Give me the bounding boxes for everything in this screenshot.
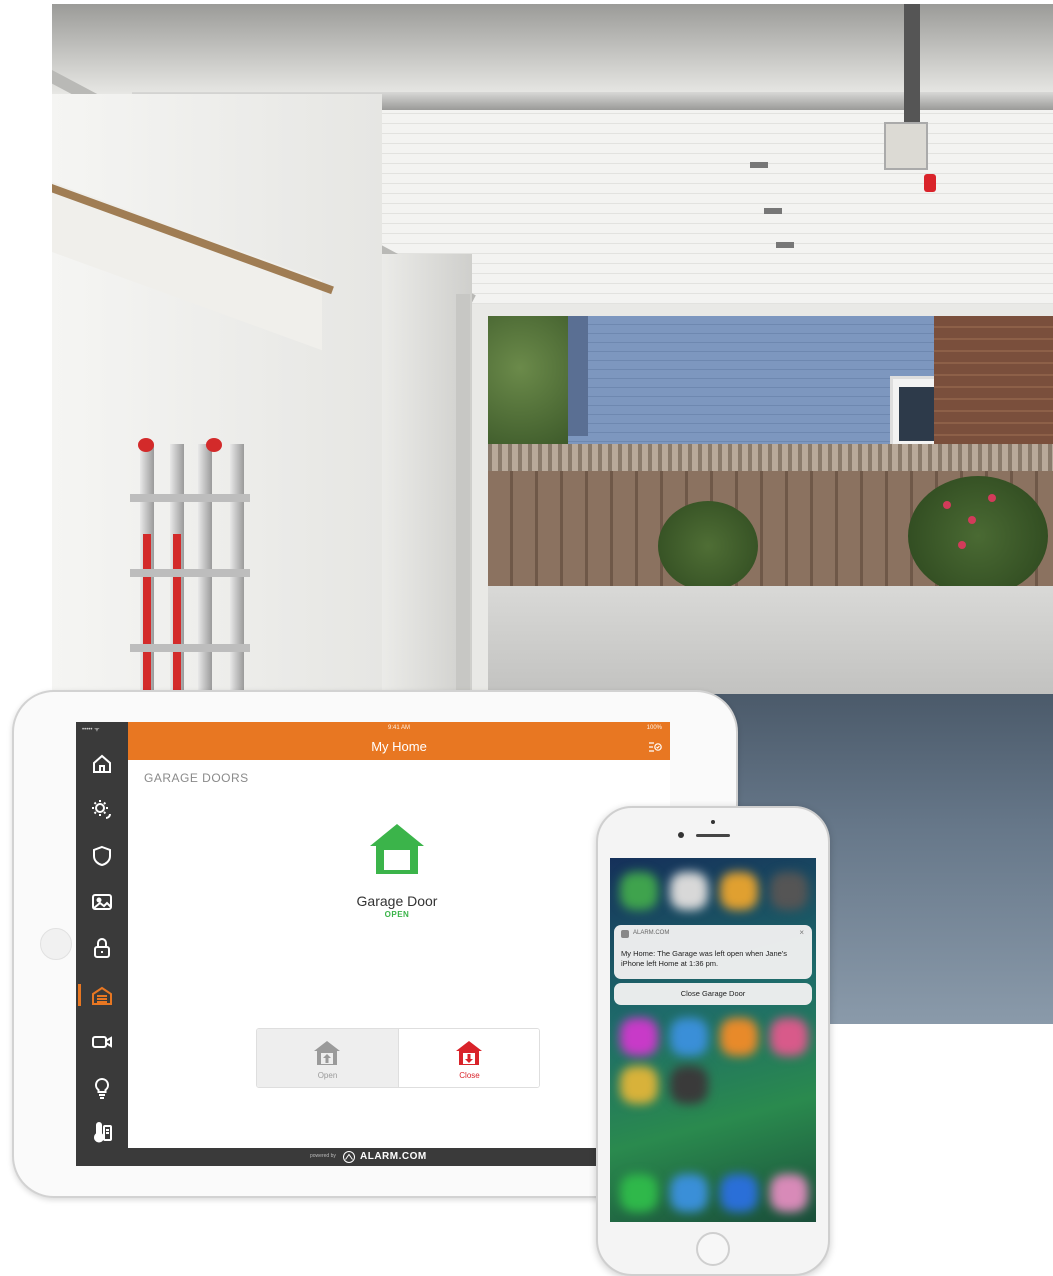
thermostat-sun-icon[interactable] (90, 798, 114, 822)
close-door-icon (456, 1041, 482, 1065)
phone-home-button[interactable] (696, 1232, 730, 1266)
door-control-buttons: Open Close (256, 1028, 540, 1088)
ladder (130, 438, 250, 704)
open-button[interactable]: Open (257, 1029, 398, 1087)
image-icon[interactable] (90, 890, 114, 914)
powered-by-text: powered by (310, 1153, 336, 1159)
status-battery: 100% (646, 725, 662, 731)
device-status: OPEN (384, 910, 410, 919)
garage-door-icon (370, 824, 424, 874)
alarm-logo-icon (343, 1151, 355, 1163)
brand-name: ALARM.COM (360, 1151, 427, 1162)
phone-device: ALARM.COM × My Home: The Garage was left… (596, 806, 830, 1276)
notifications-menu-icon[interactable] (648, 740, 662, 754)
thermometer-icon[interactable] (90, 1120, 114, 1144)
notification-app-name: ALARM.COM (633, 930, 670, 936)
page-title: My Home (371, 739, 427, 754)
release-handle (924, 174, 936, 192)
notification-message: My Home: The Garage was left open when J… (621, 949, 787, 968)
close-button[interactable]: Close (398, 1029, 539, 1087)
status-time: 9:41 AM (387, 725, 410, 731)
close-garage-door-action[interactable]: Close Garage Door (614, 983, 812, 1005)
tablet-home-button[interactable] (40, 928, 72, 960)
shield-icon[interactable] (90, 844, 114, 868)
open-button-label: Open (317, 1071, 338, 1080)
lock-icon[interactable] (90, 936, 114, 960)
action-label: Close Garage Door (680, 989, 746, 998)
close-button-label: Close (459, 1071, 480, 1080)
device-name: Garage Door (356, 893, 438, 909)
close-icon[interactable]: × (799, 928, 804, 937)
active-indicator (78, 984, 81, 1006)
phone-screen: ALARM.COM × My Home: The Garage was left… (610, 858, 816, 1222)
garage-icon[interactable] (90, 984, 114, 1008)
lightbulb-icon[interactable] (90, 1076, 114, 1100)
open-door-icon (314, 1041, 340, 1065)
app-footer: powered by ALARM.COM (128, 1148, 670, 1166)
tablet-screen: ••••• ᯤ 9:41 AM 100% My Home GARAGE DOOR… (76, 722, 670, 1166)
video-camera-icon[interactable] (90, 1030, 114, 1054)
app-header: 9:41 AM 100% My Home (128, 722, 670, 760)
front-camera (678, 832, 684, 838)
push-notification[interactable]: ALARM.COM × My Home: The Garage was left… (614, 925, 812, 979)
app-icon (621, 930, 629, 938)
garage-opener (884, 122, 928, 170)
earpiece (696, 834, 730, 837)
garage-opening (488, 316, 1053, 718)
section-title: GARAGE DOORS (144, 771, 249, 785)
sidebar: ••••• ᯤ (76, 722, 128, 1166)
home-icon[interactable] (90, 752, 114, 776)
signal-icon: ••••• ᯤ (82, 727, 100, 733)
